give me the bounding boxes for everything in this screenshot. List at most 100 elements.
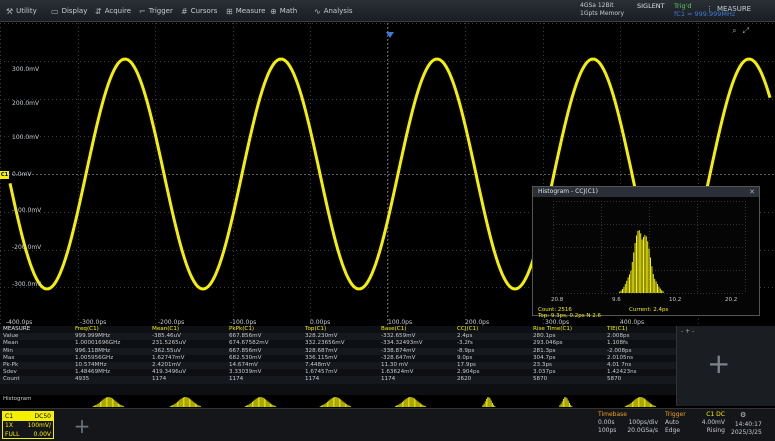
strip-histogram-bar (116, 402, 118, 407)
display-icon: ▭ (51, 6, 59, 16)
menu-utility[interactable]: ⚒ Utility (6, 4, 37, 18)
strip-histogram-bar (177, 401, 178, 407)
measure-row: Mean 1.00001696GHz 231.5265uV 674.67582mV 33… (0, 340, 676, 347)
histogram-bar (631, 262, 633, 293)
measure-header[interactable]: CCJ(C1) (454, 326, 530, 333)
measure-cell: 1.108fs (607, 340, 628, 347)
strip-histogram-bar (110, 397, 112, 407)
measure-cell: 674.67582mV (229, 340, 269, 347)
menu-math[interactable]: ⊕ Math (270, 4, 297, 18)
strip-histogram-bar (404, 399, 406, 407)
measure-cell: 5870 (604, 376, 676, 384)
zoom-icon[interactable]: ⌕ (732, 26, 736, 36)
histogram-bar (652, 274, 654, 293)
strip-histogram-bar (249, 403, 251, 407)
strip-histogram-bar (197, 404, 199, 407)
strip-histogram-bar (345, 403, 346, 407)
menu-acquire[interactable]: ⇵ Acquire (95, 4, 131, 18)
strip-histogram-bar (246, 405, 247, 407)
measure-row: Sdev 1.48469MHz 419.3496uV 3.33039mV 1.67457… (0, 369, 676, 376)
measure-header[interactable]: PkPk(C1) (226, 326, 302, 333)
histo-x-tick: 20.8 (551, 297, 564, 303)
strip-histogram-bar (324, 403, 326, 407)
strip-histogram-bar (417, 401, 419, 407)
menu-display[interactable]: ▭ Display (51, 4, 87, 18)
histo-current: Current: 2.4ps (629, 307, 669, 313)
measure-row: Pk-Pk 10.574MHz 2.4201mV 14.674mV 7.448mV 11.… (0, 362, 676, 370)
side-controls[interactable]: - + - (681, 328, 694, 335)
strip-histogram-bar (330, 398, 332, 407)
measure-header[interactable]: Mean(C1) (149, 326, 226, 333)
trigger-block[interactable]: Trigger C1 DC Auto 4.00mV Edge Rising (665, 411, 725, 435)
channel-1-offset-marker[interactable]: C1 (0, 171, 9, 179)
strip-histogram-bar (629, 403, 631, 407)
measure-header[interactable]: Freq(C1) (72, 326, 149, 333)
strip-histogram-bar (626, 405, 627, 407)
measure-header[interactable]: Top(C1) (302, 326, 378, 333)
ch1-probe: 1X (5, 422, 13, 429)
strip-histogram-bar (402, 401, 403, 407)
histogram-bar (626, 280, 628, 293)
ruler-icon: ⊞ (226, 6, 233, 16)
measure-cell: 14.674mV (226, 362, 302, 370)
strip-histogram-bar (565, 397, 567, 407)
menu-analysis[interactable]: ∿ Analysis (314, 4, 353, 18)
measure-header[interactable]: TIE(C1) (604, 326, 676, 333)
strip-histogram-bar (423, 405, 425, 407)
measure-panel: MEASURE Freq(C1) Mean(C1) PkPk(C1) Top(C… (0, 326, 676, 406)
measure-cell: -2.008ps (604, 347, 676, 355)
measure-row: Max 1.005956GHz 1.62747mV 682.530mV 336.115m… (0, 355, 676, 362)
histogram-bar (659, 288, 661, 293)
strip-histogram-bar (174, 403, 176, 407)
expand-icon[interactable]: ⤢ (743, 26, 749, 36)
close-icon[interactable]: ✕ (749, 187, 755, 197)
strip-histogram-bar (186, 397, 188, 407)
strip-histogram-bar (259, 397, 261, 407)
measure-cell: 2.4201mV (149, 362, 226, 370)
measure-row: Min 996.118MHz -362.55uV 667.856mV 328.687mV… (0, 347, 676, 355)
histogram-bar (627, 277, 629, 293)
menu-measure[interactable]: ⊞ Measure (226, 4, 265, 18)
add-measurement-button[interactable]: + (707, 350, 730, 378)
measure-header[interactable]: Base(C1) (378, 326, 454, 333)
measure-cell: 17.9ps (454, 362, 530, 370)
histogram-strip-plot (92, 397, 656, 407)
strip-histogram-bar (254, 399, 256, 407)
strip-histogram-bar (169, 406, 171, 407)
measure-cell: 10.574MHz (72, 362, 149, 370)
histogram-bar (636, 235, 637, 293)
x-axis-label: -100.0ps (230, 319, 257, 326)
strip-histogram-bar (400, 402, 402, 407)
strip-histogram-bar (406, 398, 408, 407)
measure-row-label: Mean (3, 340, 19, 347)
strip-histogram-bar (327, 401, 328, 407)
measure-cell: 2.008ps (604, 333, 676, 341)
strip-histogram-bar (633, 400, 635, 407)
strip-histogram-bar (334, 397, 336, 407)
strip-histogram-bar (349, 405, 351, 407)
clock: 14:40:17 2025/3/25 (731, 421, 762, 436)
strip-histogram-bar (184, 397, 186, 407)
menu-cursors[interactable]: # Cursors (181, 4, 217, 18)
histogram-bar (620, 290, 622, 293)
measure-cell: 2.904ps (457, 369, 480, 376)
strip-histogram-bar (181, 398, 183, 407)
channel-1-descriptor[interactable]: C1 DC50 1X 100mV/ FULL 0.00V (2, 411, 54, 439)
strip-histogram-bar (191, 400, 193, 407)
strip-histogram-bar (634, 399, 636, 407)
strip-histogram-bar (635, 398, 637, 407)
menu-trigger[interactable]: ⌐ Trigger (139, 4, 173, 18)
strip-histogram-bar (248, 404, 250, 407)
add-channel-button[interactable]: + (62, 415, 102, 437)
x-axis-label: 100.0ps (388, 319, 413, 326)
measure-button[interactable]: ⋮ MEASURE (706, 5, 751, 13)
measure-header[interactable]: Rise Time(C1) (530, 326, 604, 333)
histogram-window[interactable]: Histogram - CCJ(C1) ✕ 20.8 9.6 10.2 20.2… (532, 186, 760, 319)
measure-cell: 419.3496uV (152, 369, 187, 376)
measure-cell: 1.67457mV (305, 369, 338, 376)
timebase-block[interactable]: Timebase 0.00s 100ps/div 100ps 20.0GSa/s (598, 411, 658, 435)
measure-cell: 1174 (149, 376, 226, 384)
strip-histogram-bar (493, 404, 495, 407)
strip-histogram-bar (654, 405, 656, 407)
strip-histogram-bar (645, 399, 647, 407)
